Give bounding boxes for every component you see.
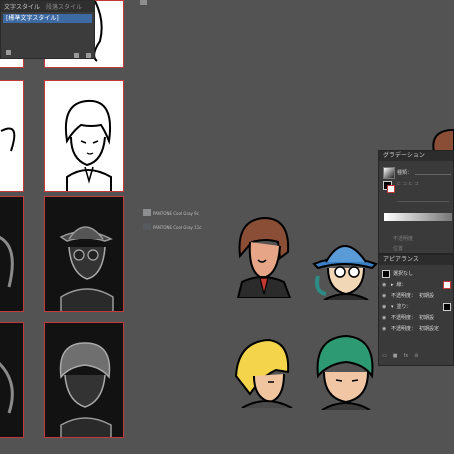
character-gray-fedora xyxy=(59,226,114,311)
tab-paragraph-style[interactable]: 段落スタイル xyxy=(46,2,82,11)
appearance-panel: アピアランス 選択なし ◉ ▸ 線： ◉ 不透明度： 初期設 ◉ ▾ 塗り： ◉… xyxy=(378,254,454,366)
character-brown-hair-tie xyxy=(236,216,292,298)
artboard-7[interactable] xyxy=(0,322,24,438)
artboard-6[interactable] xyxy=(44,196,124,312)
eye-icon[interactable]: ◉ xyxy=(382,326,388,332)
character-style-panel: 文字スタイル 段落スタイル [標準文字スタイル] xyxy=(0,0,95,59)
character-partial-right xyxy=(432,129,454,152)
swatch-label-cool-gray-11c: PANTONE Cool Gray 11c xyxy=(153,225,202,230)
character-gray-3 xyxy=(0,361,14,414)
new-style-icon[interactable] xyxy=(73,52,79,58)
swatch-top[interactable] xyxy=(140,0,147,5)
cs-panel-footer xyxy=(4,49,91,58)
appearance-bottom-opacity-label: 不透明度： xyxy=(391,326,417,332)
appearance-panel-title: アピアランス xyxy=(379,255,453,265)
swatch-label-cool-gray-9c: PANTONE Cool Gray 9c xyxy=(153,211,199,216)
gradient-panel-title: グラデーション xyxy=(379,151,453,161)
character-gray-bowlcut xyxy=(59,342,112,437)
style-item-normal[interactable]: [標準文字スタイル] xyxy=(3,14,92,23)
character-outline-1 xyxy=(0,127,16,152)
appearance-fill-opacity-label: 不透明度： xyxy=(391,315,417,321)
appearance-opacity-row[interactable]: ◉ 不透明度： 初期設 xyxy=(382,291,451,300)
clear-icon[interactable]: ⊘ xyxy=(414,353,418,359)
gradient-type-label: 種類： xyxy=(397,170,413,176)
appearance-fill-row[interactable]: ◉ ▾ 塗り： xyxy=(382,302,451,311)
fill-stroke-icon[interactable] xyxy=(383,181,395,193)
object-swatch-icon xyxy=(382,269,390,278)
artboard-3[interactable] xyxy=(0,80,24,192)
appearance-fill-label: 塗り： xyxy=(396,304,412,310)
appearance-opacity-label: 不透明度： xyxy=(391,293,417,299)
new-fill-icon[interactable]: ■ xyxy=(393,353,398,359)
effect-icon[interactable]: fx xyxy=(403,353,408,359)
appearance-bottom-opacity-value[interactable]: 初期設定 xyxy=(419,325,439,332)
gradient-opacity-label: 不透明度 xyxy=(393,236,414,242)
eye-icon[interactable]: ◉ xyxy=(382,282,388,288)
swatch-cool-gray-9c[interactable] xyxy=(143,209,151,216)
character-gray-1 xyxy=(0,235,14,288)
character-green-hair xyxy=(316,334,374,410)
eye-icon[interactable]: ◉ xyxy=(382,293,388,299)
gradient-buttons-row: ⊏ ⊐ ⊏ ⊐ xyxy=(397,181,419,187)
artboard-4[interactable] xyxy=(44,80,124,192)
gradient-location-label: 位置 xyxy=(393,246,404,252)
appearance-opacity-value[interactable]: 初期設 xyxy=(419,292,434,299)
artboard-5[interactable] xyxy=(0,196,24,312)
appearance-fill-opacity-value[interactable]: 初期設 xyxy=(419,314,434,321)
character-blue-hat xyxy=(312,245,378,300)
appearance-fill-opacity-row[interactable]: ◉ 不透明度： 初期設 xyxy=(382,313,451,322)
character-outline-bowlcut xyxy=(65,99,112,191)
gradient-slider[interactable] xyxy=(384,213,452,221)
new-stroke-icon[interactable]: ▭ xyxy=(382,353,387,359)
eye-icon[interactable]: ◉ xyxy=(382,315,388,321)
appearance-object-row: 選択なし xyxy=(382,269,451,278)
appearance-object-label: 選択なし xyxy=(393,271,414,277)
fill-black-swatch[interactable] xyxy=(443,302,451,311)
library-icon[interactable] xyxy=(6,49,11,55)
character-blonde xyxy=(234,338,293,408)
tab-character-style[interactable]: 文字スタイル xyxy=(4,2,40,11)
eye-icon[interactable]: ◉ xyxy=(382,304,388,310)
swatch-cool-gray-11c[interactable] xyxy=(143,223,151,230)
gradient-panel: グラデーション 種類： ⊏ ⊐ ⊏ ⊐ 不透明度 位置 xyxy=(378,150,454,254)
cs-tab-bar: 文字スタイル 段落スタイル xyxy=(1,1,94,12)
appearance-stroke-label: 線： xyxy=(396,282,407,288)
trash-icon[interactable] xyxy=(86,52,91,58)
appearance-stroke-row[interactable]: ◉ ▸ 線： xyxy=(382,280,451,289)
appearance-footer: ▭ ■ fx ⊘ xyxy=(382,351,451,360)
gradient-angle-row xyxy=(397,195,449,202)
gradient-type-dropdown[interactable] xyxy=(415,168,451,175)
stroke-none-swatch[interactable] xyxy=(443,280,451,289)
gradient-preview-swatch[interactable] xyxy=(383,167,395,179)
artboard-8[interactable] xyxy=(44,322,124,438)
appearance-bottom-opacity-row[interactable]: ◉ 不透明度： 初期設定 xyxy=(382,324,451,333)
